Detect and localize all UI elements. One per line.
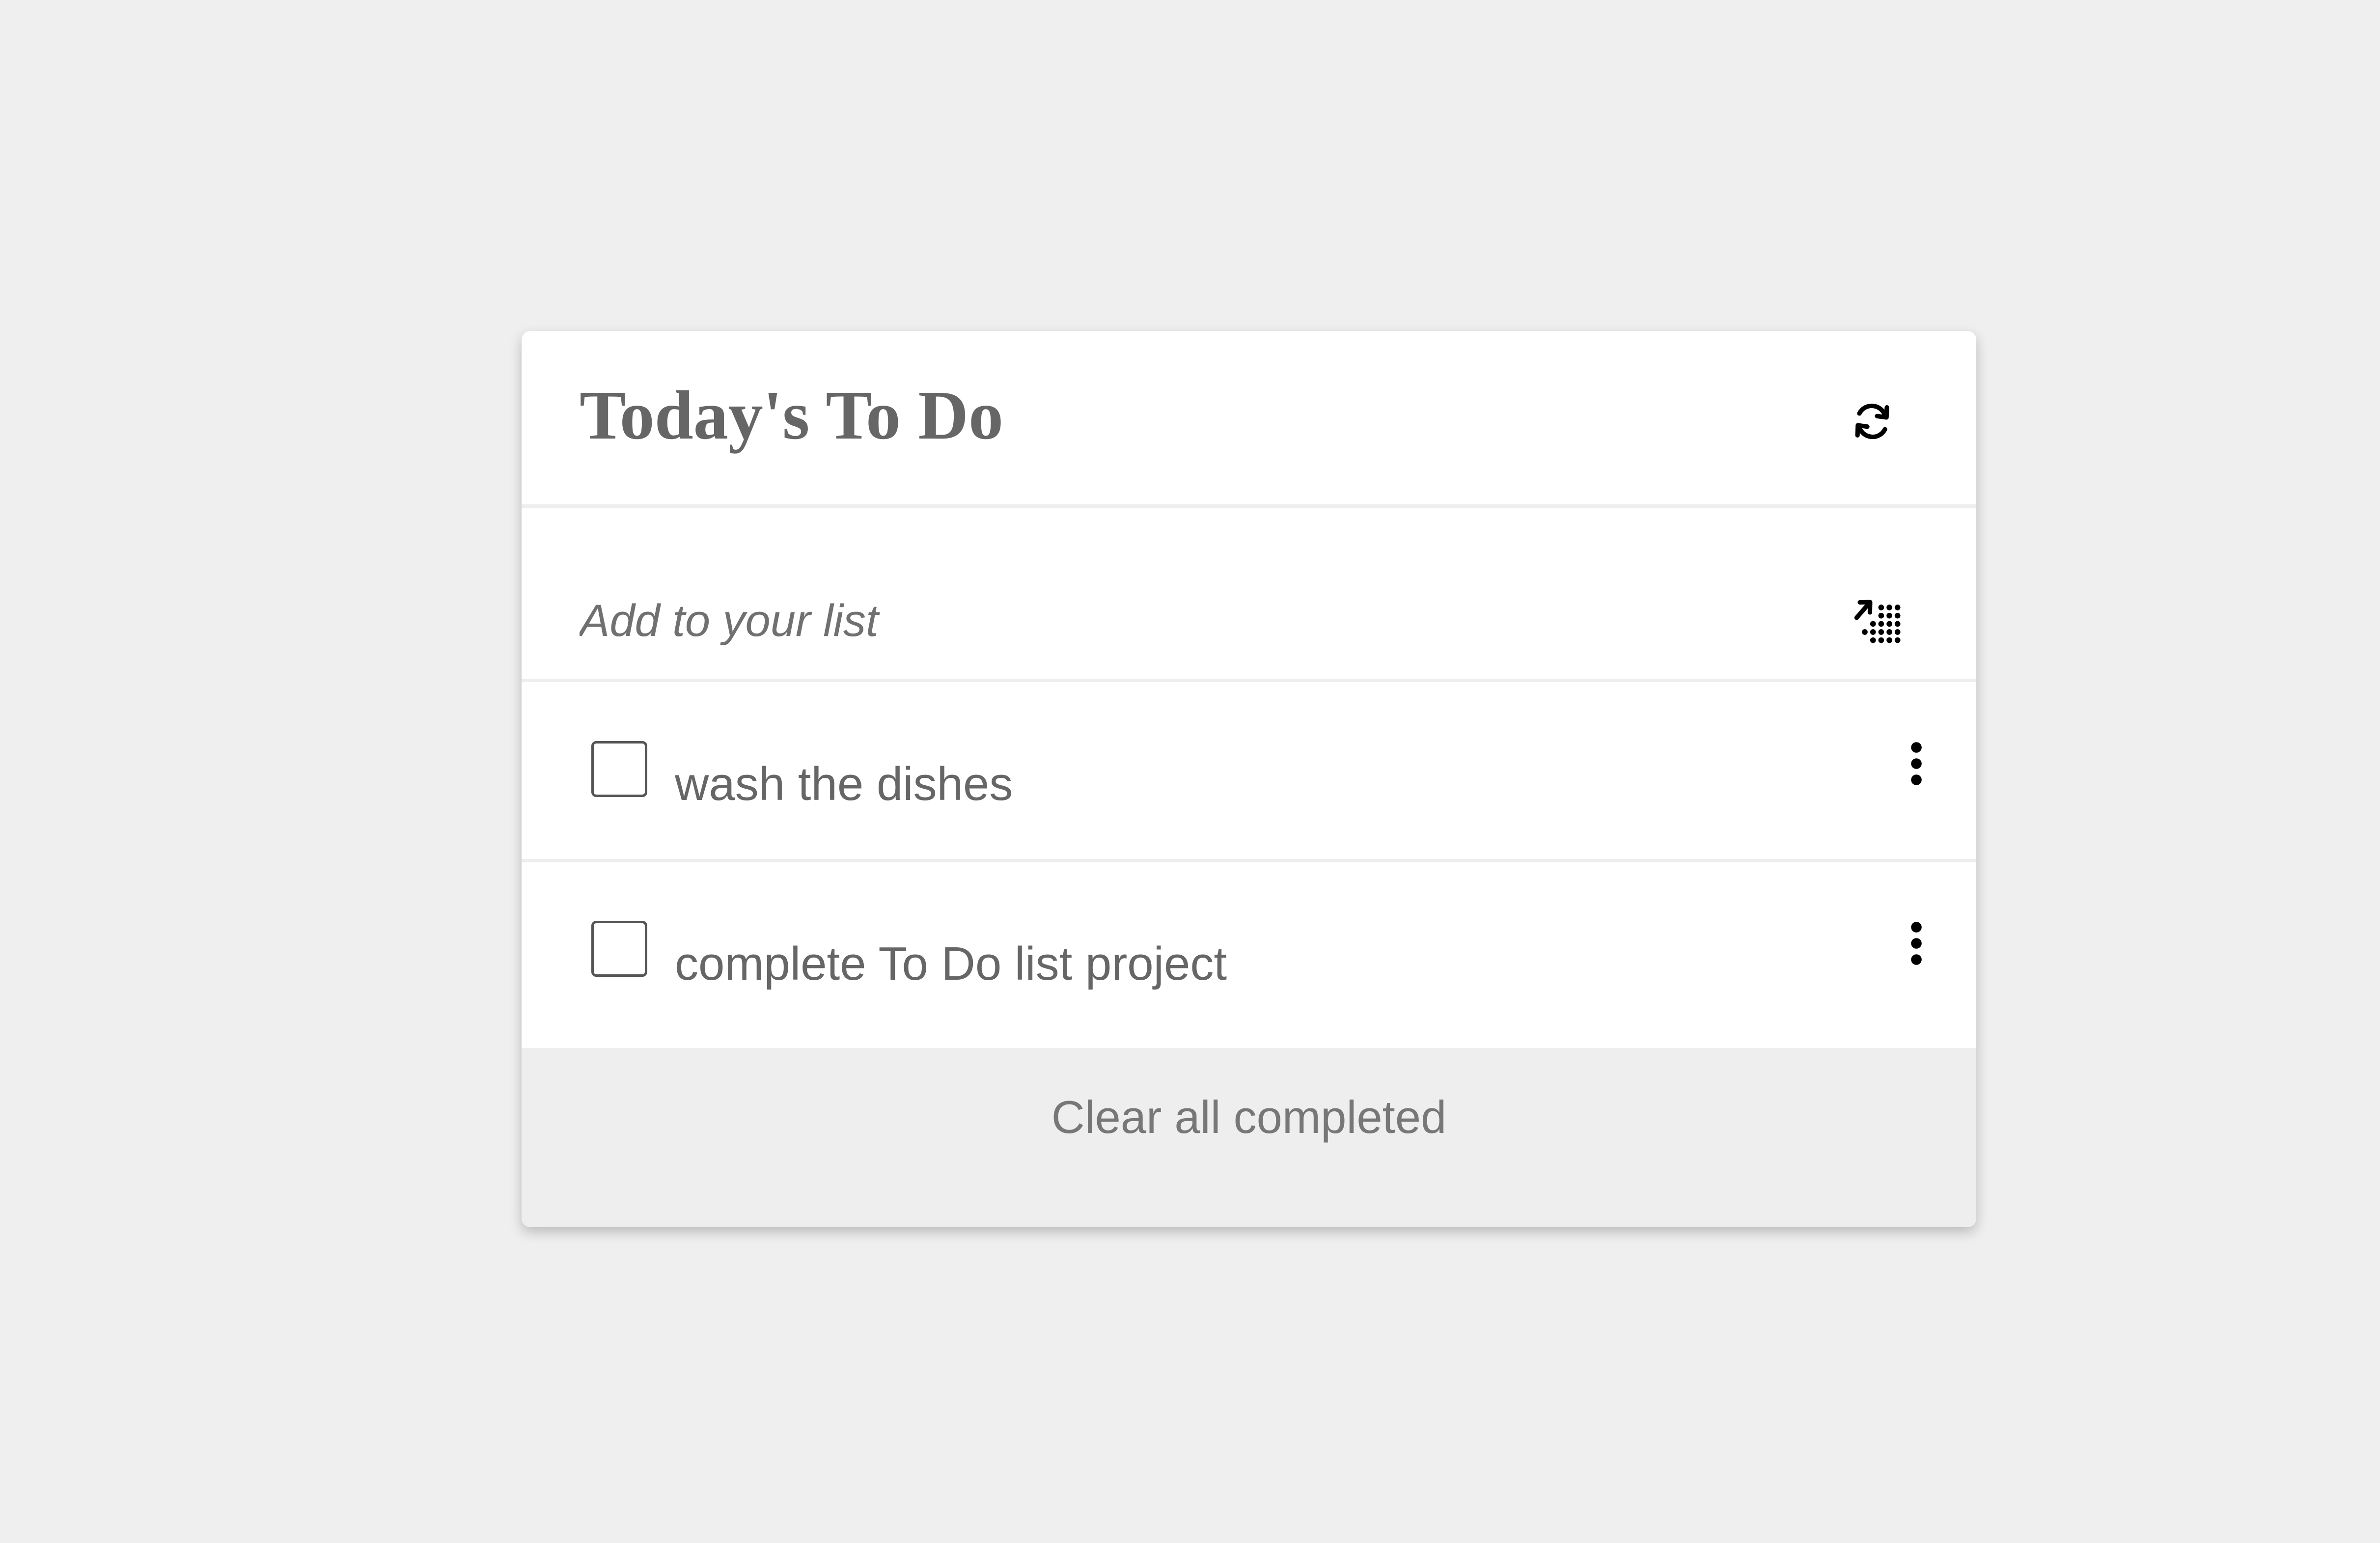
add-item-input[interactable] (580, 589, 1758, 653)
more-vertical-icon (1909, 742, 1924, 788)
todo-item-text: wash the dishes (675, 758, 1013, 810)
todo-checkbox[interactable] (591, 921, 647, 977)
todo-item: wash the dishes (522, 682, 1976, 862)
page-title: Today's To Do (580, 376, 1004, 454)
clear-completed-label: Clear all completed (1051, 1091, 1447, 1143)
add-item-row (522, 508, 1976, 682)
refresh-icon (1850, 399, 1895, 446)
todo-checkbox[interactable] (591, 741, 647, 797)
refresh-button[interactable] (1843, 393, 1902, 452)
card-header: Today's To Do (522, 331, 1976, 508)
add-item-button[interactable] (1848, 591, 1907, 650)
todo-item: complete To Do list project (522, 862, 1976, 1042)
item-menu-button[interactable] (1902, 910, 1931, 979)
todo-card: Today's To Do Add to your list wash the … (522, 331, 1976, 1227)
item-menu-button[interactable] (1902, 730, 1931, 799)
add-to-list-icon (1853, 595, 1902, 647)
todo-item-text: complete To Do list project (675, 937, 1227, 990)
more-vertical-icon (1909, 921, 1924, 968)
clear-completed-button[interactable]: Clear all completed (522, 1048, 1976, 1227)
